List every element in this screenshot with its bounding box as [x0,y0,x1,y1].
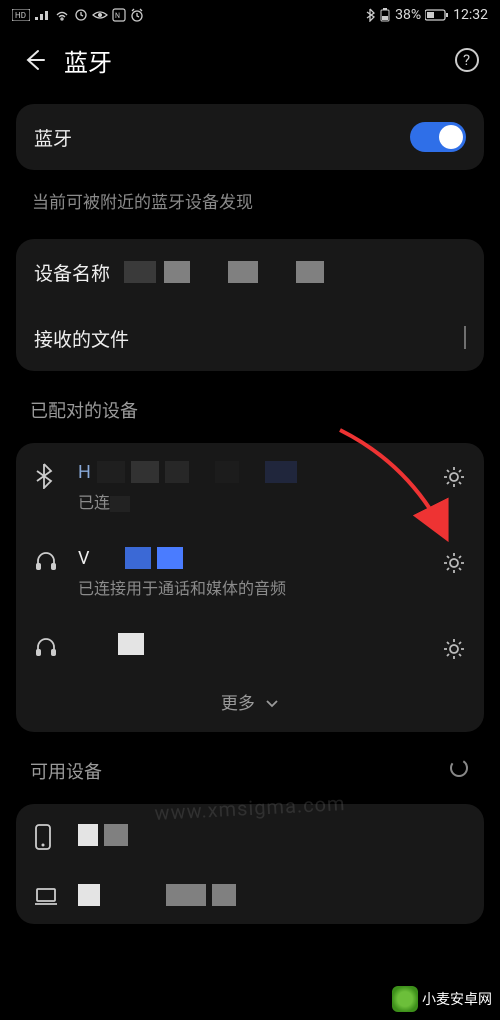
available-section-title: 可用设备 [0,746,132,790]
statusbar: HD N 38% 12:32 [0,0,500,30]
svg-text:HD: HD [15,11,26,20]
received-files-row[interactable]: 接收的文件 [16,305,484,371]
device-status: 已连接用于通话和媒体的音频 [78,575,424,599]
chevron-down-icon [265,699,279,709]
more-devices-button[interactable]: 更多 [16,677,484,732]
paired-devices-card: H 已连 V 已连接用于通话和媒体的音频 [16,443,484,732]
gear-icon[interactable] [442,631,466,661]
bluetooth-label: 蓝牙 [34,124,72,151]
paired-device-row-2[interactable]: V 已连接用于通话和媒体的音频 [16,529,484,615]
available-section-head: 可用设备 [0,746,500,790]
device-name-value [124,261,466,283]
signal-5g-icon [34,9,50,21]
back-arrow-icon[interactable] [20,47,46,73]
bluetooth-toggle-row[interactable]: 蓝牙 [16,104,484,170]
device-name-prefix: H [78,462,91,483]
paired-section-title: 已配对的设备 [0,385,500,429]
watermark-logo-icon [392,986,418,1012]
svg-text:N: N [115,12,120,20]
sync-icon [74,8,88,22]
header: 蓝牙 ? [0,30,500,90]
alarm-icon [130,8,144,22]
help-icon[interactable]: ? [454,47,480,73]
available-device-row-2[interactable] [16,866,484,924]
gear-icon[interactable] [442,545,466,575]
page-title: 蓝牙 [64,43,112,78]
device-name-row[interactable]: 设备名称 [16,239,484,305]
svg-text:?: ? [463,51,470,69]
battery-icon [379,8,391,22]
received-files-label: 接收的文件 [34,325,129,352]
hd-indicator-icon: HD [12,9,30,21]
bluetooth-icon [34,459,60,489]
headphones-icon [34,631,60,657]
chevron-right-icon [464,328,466,349]
wifi-icon [54,9,70,21]
bluetooth-toggle[interactable] [410,122,466,152]
battery-horizontal-icon [425,9,449,21]
available-devices-card [16,804,484,924]
discoverable-status: 当前可被附近的蓝牙设备发现 [0,184,500,225]
eye-icon [92,9,108,21]
bluetooth-status-icon [365,8,375,22]
watermark-brand: 小麦安卓网 [392,986,492,1012]
bluetooth-toggle-card: 蓝牙 [16,104,484,170]
nfc-icon: N [112,8,126,22]
laptop-icon [34,883,60,907]
paired-device-row-1[interactable]: H 已连 [16,443,484,529]
phone-icon [34,820,60,850]
headphones-icon [34,545,60,571]
battery-percent: 38% [395,7,421,23]
gear-icon[interactable] [442,459,466,489]
scan-spinner-icon[interactable] [448,757,500,779]
device-info-card: 设备名称 接收的文件 [16,239,484,371]
clock-time: 12:32 [453,7,488,23]
paired-device-row-3[interactable] [16,615,484,677]
device-name-prefix: V [78,548,89,569]
device-name-label: 设备名称 [34,259,110,286]
